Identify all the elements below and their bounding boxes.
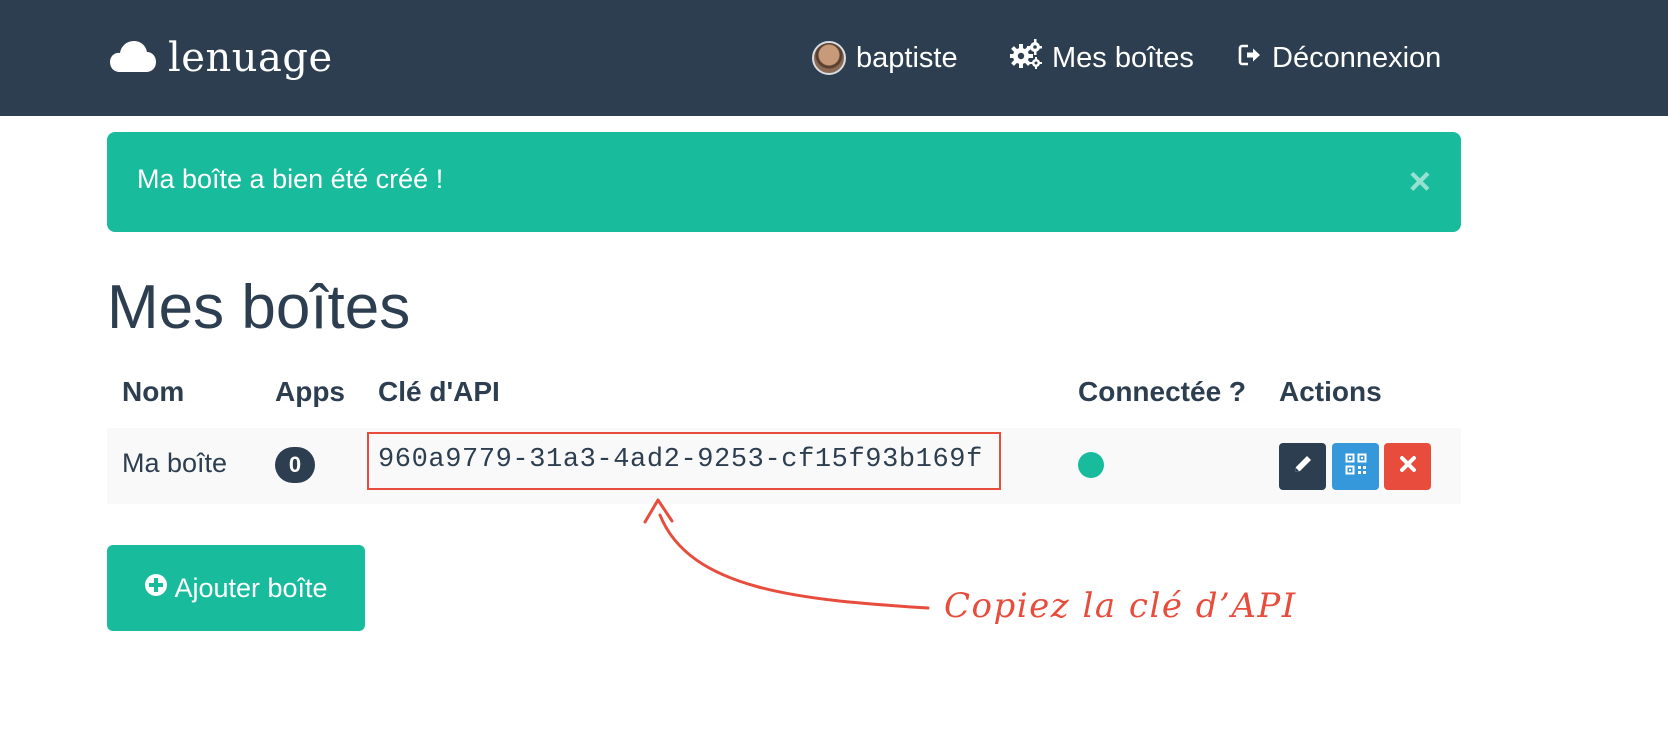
header-api-key: Clé d'API (378, 376, 500, 407)
alert-message: Ma boîte a bien été créé ! (137, 164, 444, 194)
plus-circle-icon (144, 573, 168, 604)
close-icon[interactable]: × (1409, 162, 1431, 202)
table-row: Ma boîte 0 960a9779-31a3-4ad2-9253-cf15f… (107, 428, 1461, 504)
brand-name: lenuage (168, 35, 333, 81)
nav-my-boxes[interactable]: Mes boîtes (1009, 36, 1194, 80)
box-name: Ma boîte (122, 448, 228, 478)
boxes-table: Nom Apps Clé d'API Connectée ? Actions M… (107, 366, 1461, 504)
apps-count-badge: 0 (275, 447, 315, 483)
logout-icon (1238, 42, 1262, 75)
nav-user-label: baptiste (856, 41, 958, 74)
brand-link[interactable]: lenuage (110, 30, 333, 86)
nav-logout-label: Déconnexion (1272, 41, 1442, 74)
header-name: Nom (122, 376, 185, 407)
header-connected: Connectée ? (1078, 376, 1247, 407)
header-apps: Apps (275, 376, 345, 407)
qrcode-button[interactable] (1332, 443, 1379, 490)
qrcode-icon (1345, 453, 1367, 480)
delete-icon (1399, 455, 1417, 478)
gears-icon (1009, 39, 1043, 77)
delete-button[interactable] (1384, 443, 1431, 490)
cloud-icon (110, 39, 156, 78)
avatar (812, 41, 846, 75)
navbar: lenuage baptiste Mes boîtes Déconnexion (0, 0, 1668, 116)
api-key-value[interactable]: 960a9779-31a3-4ad2-9253-cf15f93b169f (378, 445, 983, 475)
success-alert: Ma boîte a bien été créé ! × (107, 132, 1461, 232)
nav-logout[interactable]: Déconnexion (1238, 36, 1441, 80)
page-title: Mes boîtes (107, 273, 411, 342)
edit-icon (1292, 453, 1314, 480)
add-box-label: Ajouter boîte (174, 572, 328, 603)
add-box-button[interactable]: Ajouter boîte (107, 545, 365, 631)
annotation-text: Copiez la clé d’API (944, 586, 1297, 626)
nav-my-boxes-label: Mes boîtes (1052, 41, 1194, 74)
connected-status-indicator (1078, 452, 1104, 478)
header-actions: Actions (1279, 376, 1382, 407)
nav-user[interactable]: baptiste (812, 36, 958, 80)
edit-button[interactable] (1279, 443, 1326, 490)
table-header: Nom Apps Clé d'API Connectée ? Actions (107, 366, 1461, 426)
